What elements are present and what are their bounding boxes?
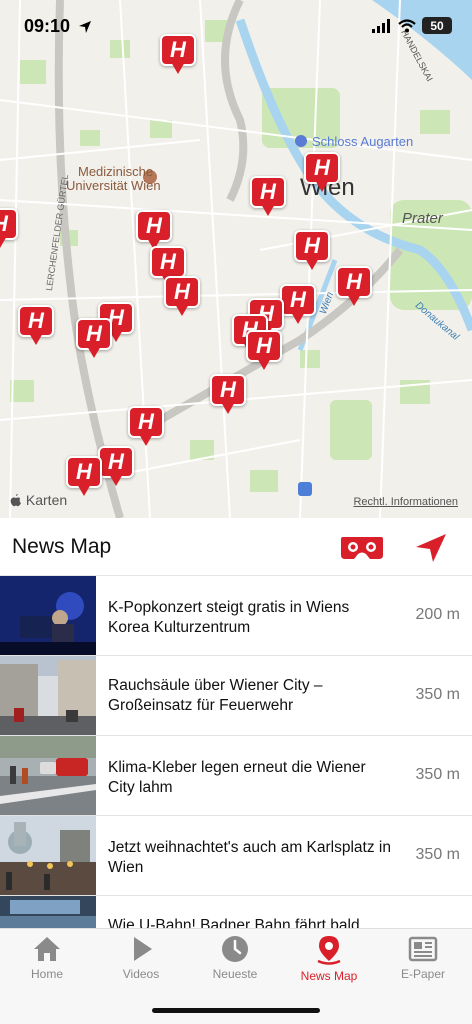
wifi-icon xyxy=(398,18,416,32)
news-pin[interactable]: H xyxy=(280,284,316,328)
tab-home[interactable]: Home xyxy=(0,935,94,995)
map-pin-icon xyxy=(317,936,341,965)
news-pin[interactable]: H xyxy=(128,406,164,450)
tab-label: Home xyxy=(30,967,63,981)
cellular-signal-icon xyxy=(372,18,390,33)
article-distance: 350 m xyxy=(415,686,460,703)
news-pin[interactable]: H xyxy=(66,456,102,500)
map-label-university-line2: Universität Wien xyxy=(66,178,161,193)
home-icon xyxy=(34,937,60,961)
article-distance: 350 m xyxy=(415,846,460,863)
clock-icon xyxy=(222,936,248,962)
tab-label: Videos xyxy=(122,967,160,981)
news-pin[interactable]: H xyxy=(250,176,286,220)
article-thumbnail xyxy=(0,576,96,655)
news-pin[interactable]: H xyxy=(76,318,112,362)
news-pin[interactable]: H xyxy=(294,230,330,274)
news-pin[interactable]: H xyxy=(304,152,340,196)
status-icons: 50 xyxy=(372,17,452,34)
battery-indicator: 50 xyxy=(422,17,452,34)
newspaper-icon xyxy=(408,936,438,962)
status-time: 09:10 xyxy=(24,16,71,36)
article-row[interactable]: Jetzt weihnachtet's auch am Karlsplatz i… xyxy=(0,816,472,896)
article-thumbnail xyxy=(0,736,96,815)
article-distance: 200 m xyxy=(415,606,460,623)
apple-logo-icon xyxy=(10,494,21,507)
page-title: News Map xyxy=(12,535,112,558)
article-list[interactable]: K-Popkonzert steigt gratis in Wiens Kore… xyxy=(0,576,472,928)
play-icon xyxy=(134,937,152,961)
article-row[interactable]: Rauchsäule über Wiener City – Großeinsat… xyxy=(0,656,472,736)
article-title: K-Popkonzert steigt gratis in Wiens Kore… xyxy=(108,599,350,636)
map-attribution: Karten xyxy=(10,492,67,508)
tab-label: E-Paper xyxy=(400,967,446,981)
news-map-view[interactable]: Schloss Augarten Medizinische Universitä… xyxy=(0,0,472,518)
article-row[interactable]: Wie U-Bahn! Badner Bahn fährt bald xyxy=(0,896,472,928)
article-thumbnail xyxy=(0,816,96,895)
news-map-header: News Map xyxy=(0,518,472,576)
article-thumbnail xyxy=(0,896,96,928)
article-title: Klima-Kleber legen erneut die Wiener Cit… xyxy=(108,759,366,796)
map-label-prater: Prater xyxy=(402,210,443,227)
news-pin[interactable]: H xyxy=(246,330,282,374)
tab-label: News Map xyxy=(300,969,358,983)
news-pin[interactable]: H xyxy=(0,208,18,252)
news-pin[interactable]: H xyxy=(18,305,54,349)
article-title: Rauchsäule über Wiener City – Großeinsat… xyxy=(108,677,323,714)
article-thumbnail xyxy=(0,656,96,735)
map-base xyxy=(0,0,472,518)
location-arrow-icon xyxy=(79,21,91,33)
news-pin[interactable]: H xyxy=(210,374,246,418)
article-title: Wie U-Bahn! Badner Bahn fährt bald xyxy=(108,917,360,928)
news-pin[interactable]: H xyxy=(164,276,200,320)
tab-label: Neueste xyxy=(212,967,258,981)
current-location-icon[interactable] xyxy=(414,532,448,564)
map-legal-link[interactable]: Rechtl. Informationen xyxy=(353,496,458,508)
tab-videos[interactable]: Videos xyxy=(94,935,188,995)
article-title: Jetzt weihnachtet's auch am Karlsplatz i… xyxy=(108,839,391,876)
tab-e-paper[interactable]: E-Paper xyxy=(376,935,470,995)
home-indicator xyxy=(152,1008,320,1013)
vr-glasses-icon[interactable] xyxy=(340,533,384,563)
article-distance: 350 m xyxy=(415,766,460,783)
map-label-university-line1: Medizinische xyxy=(78,164,154,179)
tab-news-map[interactable]: News Map xyxy=(282,935,376,995)
map-label-schloss-augarten: Schloss Augarten xyxy=(312,134,414,149)
article-row[interactable]: K-Popkonzert steigt gratis in Wiens Kore… xyxy=(0,576,472,656)
tab-neueste[interactable]: Neueste xyxy=(188,935,282,995)
news-pin[interactable]: H xyxy=(98,446,134,490)
news-pin[interactable]: H xyxy=(336,266,372,310)
status-bar: 09:10 50 xyxy=(0,0,472,54)
map-attribution-text: Karten xyxy=(25,492,68,508)
article-row[interactable]: Klima-Kleber legen erneut die Wiener Cit… xyxy=(0,736,472,816)
